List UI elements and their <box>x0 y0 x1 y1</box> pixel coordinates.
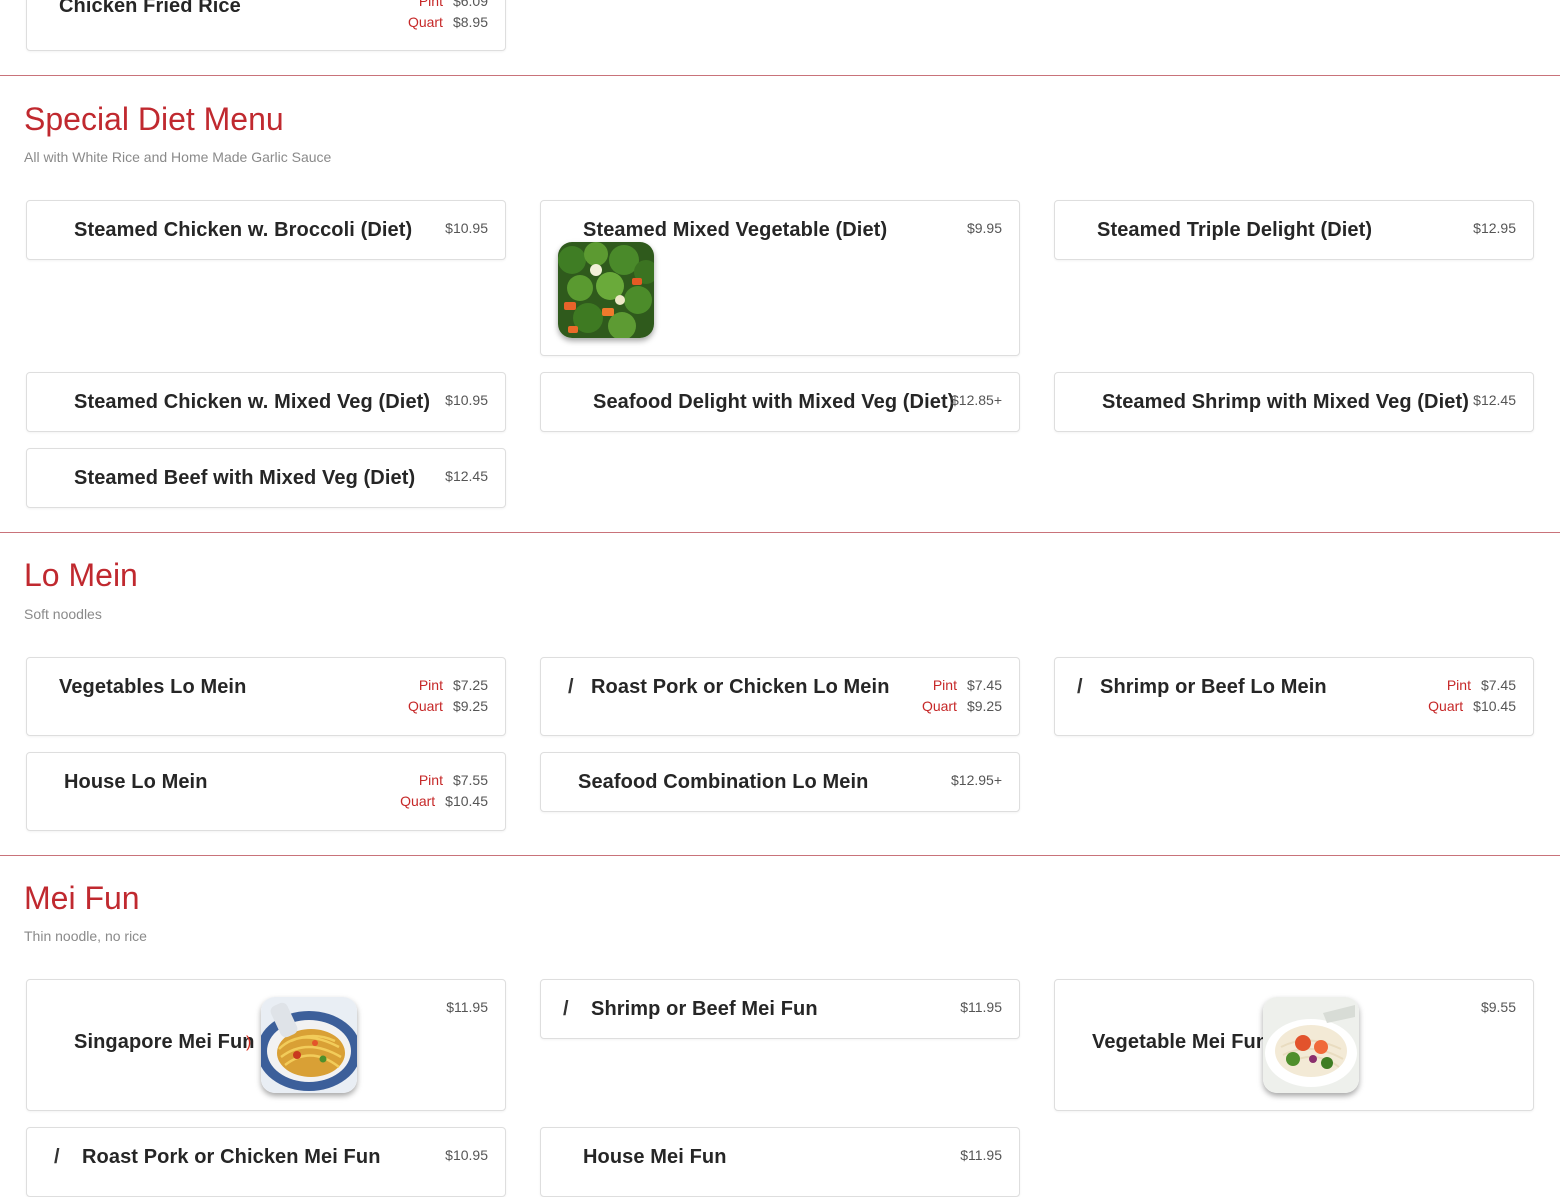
section-title: Special Diet Menu <box>24 101 284 137</box>
menu-item-card[interactable]: Steamed Triple Delight (Diet) $12.95 <box>1054 200 1534 260</box>
menu-item-card[interactable]: / Roast Pork or Chicken Lo Mein Pint $7.4… <box>540 657 1020 736</box>
item-name: Shrimp or Beef Mei Fun <box>591 998 818 1020</box>
section-divider <box>0 75 1560 76</box>
menu-item-card[interactable]: House Mei Fun $11.95 <box>540 1127 1020 1197</box>
section-divider <box>0 532 1560 533</box>
section-divider <box>0 855 1560 856</box>
item-name: Vegetable Mei Fun <box>1092 1031 1269 1053</box>
noodle-dish-image <box>261 997 357 1093</box>
pint-price-row: Pint $7.45 <box>932 677 1002 693</box>
singapore-mei-fun-photo[interactable] <box>261 997 357 1093</box>
item-price: $12.95 <box>1473 220 1516 236</box>
broccoli-image <box>558 242 654 338</box>
item-prefix: / <box>563 998 569 1020</box>
pint-price-row: Pint $7.45 <box>1446 677 1516 693</box>
vegetable-mei-fun-photo[interactable] <box>1263 997 1359 1093</box>
item-price: $10.95 <box>445 392 488 408</box>
item-price: $11.95 <box>960 999 1002 1015</box>
chili-pepper-icon: ) <box>246 1034 252 1051</box>
item-name: Steamed Shrimp with Mixed Veg (Diet) <box>1102 391 1469 413</box>
section-title: Lo Mein <box>24 557 138 593</box>
item-price: $10.95 <box>445 1147 488 1163</box>
item-name: Singapore Mei Fun <box>74 1031 255 1053</box>
item-name: Vegetables Lo Mein <box>59 676 247 698</box>
menu-item-card[interactable]: Steamed Mixed Vegetable (Diet) $9.95 <box>540 200 1020 356</box>
menu-item-card[interactable]: House Lo Mein Pint $7.55 Quart $10.45 <box>26 752 506 831</box>
quart-price-row: Quart $10.45 <box>400 793 488 809</box>
item-name: House Lo Mein <box>64 771 208 793</box>
menu-item-card[interactable]: / Shrimp or Beef Lo Mein Pint $7.45 Quart… <box>1054 657 1534 736</box>
item-price: $12.95+ <box>951 772 1002 788</box>
quart-price-row: Quart $8.95 <box>407 14 488 30</box>
item-price: $9.95 <box>966 220 1002 236</box>
menu-item-card[interactable]: Steamed Chicken w. Broccoli (Diet) $10.9… <box>26 200 506 260</box>
vegetable-noodle-image <box>1263 997 1359 1093</box>
quart-price-row: Quart $9.25 <box>407 698 488 714</box>
item-prefix: / <box>568 676 574 698</box>
item-prefix: / <box>54 1146 60 1168</box>
item-name: Seafood Delight with Mixed Veg (Diet) <box>593 391 955 413</box>
item-name: Steamed Chicken w. Mixed Veg (Diet) <box>74 391 431 413</box>
item-name: Chicken Fried Rice <box>59 0 241 17</box>
quart-price-row: Quart $9.25 <box>921 698 1002 714</box>
item-price: $9.55 <box>1480 999 1516 1015</box>
mixed-vegetable-photo[interactable] <box>558 242 654 338</box>
item-name: Steamed Beef with Mixed Veg (Diet) <box>74 467 416 489</box>
quart-price-row: Quart $10.45 <box>1428 698 1516 714</box>
item-price: $12.45 <box>1473 392 1516 408</box>
item-price: $12.45 <box>445 468 488 484</box>
pint-price-row: Pint $6.09 <box>418 0 488 9</box>
item-name: Seafood Combination Lo Mein <box>578 771 869 793</box>
item-price: $12.85+ <box>951 392 1002 408</box>
item-prefix: / <box>1077 676 1083 698</box>
menu-item-card[interactable]: Steamed Shrimp with Mixed Veg (Diet) $12… <box>1054 372 1534 432</box>
item-price: $11.95 <box>960 1147 1002 1163</box>
item-name: Shrimp or Beef Lo Mein <box>1100 676 1327 698</box>
item-name: Steamed Triple Delight (Diet) <box>1097 219 1373 241</box>
item-name: Roast Pork or Chicken Lo Mein <box>591 676 890 698</box>
menu-item-card[interactable]: Steamed Beef with Mixed Veg (Diet) $12.4… <box>26 448 506 508</box>
menu-item-card[interactable]: / Shrimp or Beef Mei Fun $11.95 <box>540 979 1020 1039</box>
item-name: Steamed Chicken w. Broccoli (Diet) <box>74 219 413 241</box>
pint-price-row: Pint $7.25 <box>418 677 488 693</box>
menu-item-card[interactable]: Steamed Chicken w. Mixed Veg (Diet) $10.… <box>26 372 506 432</box>
menu-item-card[interactable]: Singapore Mei Fun ) $11.95 <box>26 979 506 1111</box>
section-subtitle: Thin noodle, no rice <box>24 928 147 944</box>
menu-item-card[interactable]: Seafood Combination Lo Mein $12.95+ <box>540 752 1020 812</box>
menu-item-card[interactable]: / Roast Pork or Chicken Mei Fun $10.95 <box>26 1127 506 1197</box>
menu-item-card[interactable]: Vegetable Mei Fun $9.55 <box>1054 979 1534 1111</box>
item-price: $10.95 <box>445 220 488 236</box>
item-price: $11.95 <box>446 999 488 1015</box>
section-subtitle: Soft noodles <box>24 606 102 622</box>
menu-item-card[interactable]: Vegetables Lo Mein Pint $7.25 Quart $9.25 <box>26 657 506 736</box>
section-subtitle: All with White Rice and Home Made Garlic… <box>24 149 332 165</box>
item-name: House Mei Fun <box>583 1146 727 1168</box>
menu-item-card[interactable]: Chicken Fried Rice Pint $6.09 Quart $8.95 <box>26 0 506 51</box>
pint-price-row: Pint $7.55 <box>418 772 488 788</box>
menu-item-card[interactable]: Seafood Delight with Mixed Veg (Diet) $1… <box>540 372 1020 432</box>
item-name: Roast Pork or Chicken Mei Fun <box>82 1146 381 1168</box>
section-title: Mei Fun <box>24 880 140 916</box>
item-name: Steamed Mixed Vegetable (Diet) <box>583 219 888 241</box>
